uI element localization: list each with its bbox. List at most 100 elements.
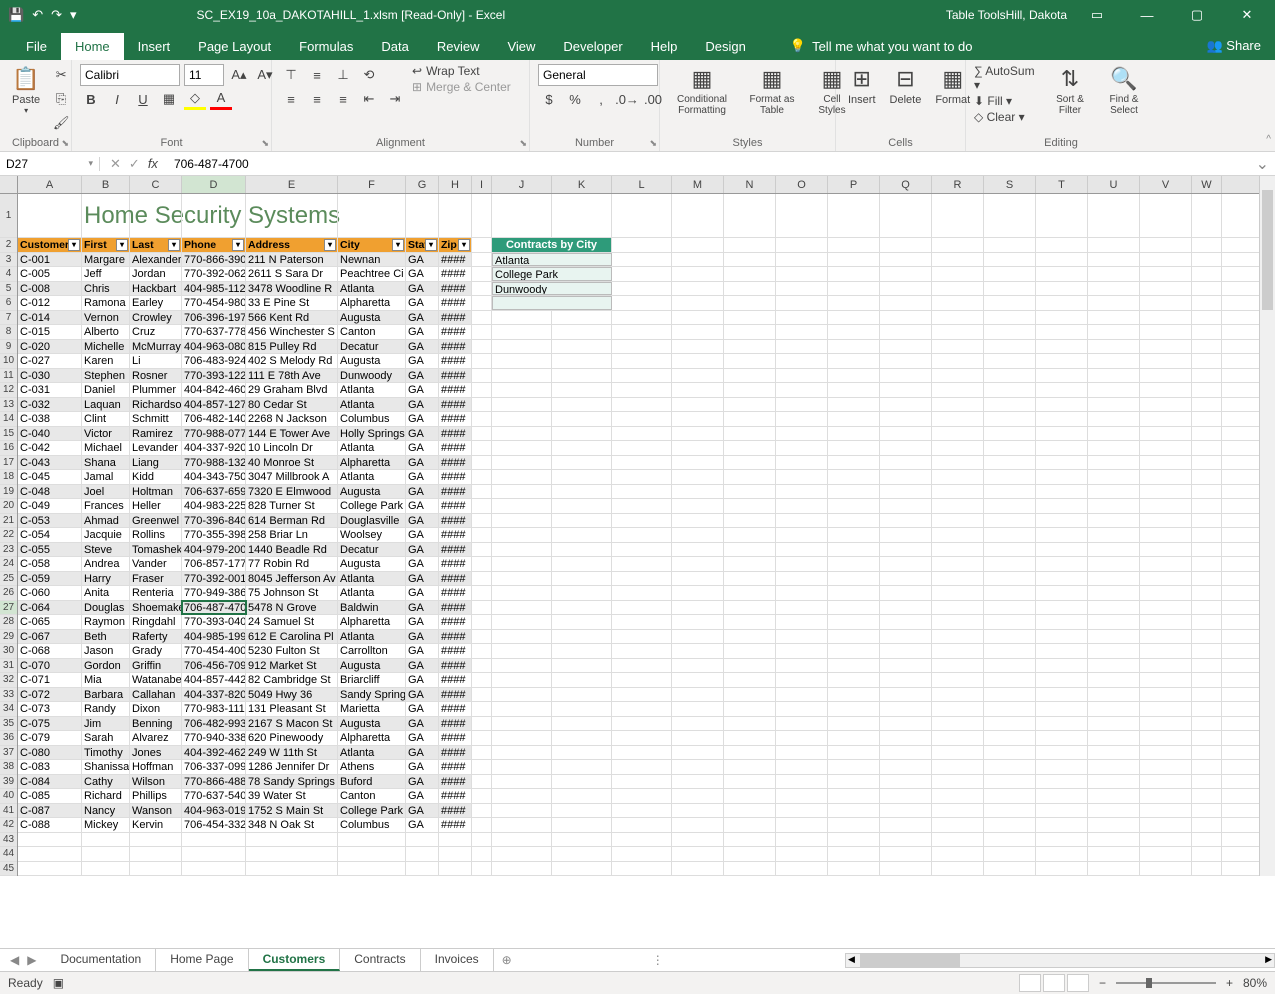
cell[interactable]: Benning: [130, 717, 182, 731]
cell[interactable]: [1192, 485, 1222, 499]
cell[interactable]: [492, 572, 552, 586]
cell[interactable]: [612, 702, 672, 716]
cell[interactable]: [552, 456, 612, 470]
font-size-input[interactable]: [184, 64, 224, 86]
cell[interactable]: 211 N Paterson: [246, 253, 338, 267]
cell[interactable]: [776, 659, 828, 673]
column-header[interactable]: U: [1088, 176, 1140, 193]
cell[interactable]: [439, 862, 472, 876]
cell[interactable]: [472, 325, 492, 339]
row-header[interactable]: 28: [0, 615, 17, 630]
cell[interactable]: ####: [439, 601, 472, 615]
cell[interactable]: [1088, 644, 1140, 658]
cell[interactable]: C-005: [18, 267, 82, 281]
cell[interactable]: C-014: [18, 311, 82, 325]
cell[interactable]: 404-337-8200: [182, 688, 246, 702]
enter-formula-icon[interactable]: ✓: [129, 156, 140, 172]
row-header[interactable]: 41: [0, 804, 17, 819]
cell[interactable]: [984, 572, 1036, 586]
sheet-tab-home-page[interactable]: Home Page: [156, 949, 248, 971]
cell[interactable]: Hoffman: [130, 760, 182, 774]
cell[interactable]: 706-454-3327: [182, 818, 246, 832]
autosum-button[interactable]: ∑ AutoSum ▾: [974, 64, 1040, 92]
cell[interactable]: [1088, 586, 1140, 600]
cell[interactable]: GA: [406, 804, 439, 818]
cell[interactable]: GA: [406, 383, 439, 397]
delete-button[interactable]: ⊟ Delete: [886, 64, 926, 108]
cell[interactable]: Augusta: [338, 557, 406, 571]
cell[interactable]: [776, 615, 828, 629]
cell[interactable]: [724, 644, 776, 658]
zoom-in-icon[interactable]: +: [1226, 976, 1233, 990]
row-header[interactable]: 21: [0, 514, 17, 529]
row-header[interactable]: 9: [0, 340, 17, 355]
cell[interactable]: [1036, 804, 1088, 818]
cell[interactable]: 5230 Fulton St: [246, 644, 338, 658]
cell[interactable]: [932, 804, 984, 818]
cell[interactable]: [472, 833, 492, 847]
cell[interactable]: [1140, 354, 1192, 368]
cell[interactable]: Augusta: [338, 311, 406, 325]
cell[interactable]: ####: [439, 340, 472, 354]
sheet-title[interactable]: Home Security Systems: [82, 194, 130, 237]
cell[interactable]: Victor: [82, 427, 130, 441]
cell[interactable]: [492, 499, 552, 513]
cell[interactable]: Atlanta: [338, 441, 406, 455]
cell[interactable]: Shanissa: [82, 760, 130, 774]
cell[interactable]: [1192, 267, 1222, 281]
cell[interactable]: [612, 412, 672, 426]
cell[interactable]: [1036, 760, 1088, 774]
row-header[interactable]: 16: [0, 441, 17, 456]
cell[interactable]: 770-637-7783: [182, 325, 246, 339]
cell[interactable]: [932, 514, 984, 528]
cell[interactable]: [1140, 862, 1192, 876]
cell[interactable]: ####: [439, 789, 472, 803]
cell[interactable]: [672, 688, 724, 702]
cell[interactable]: [612, 659, 672, 673]
cell[interactable]: [1088, 760, 1140, 774]
cell[interactable]: [932, 746, 984, 760]
cell[interactable]: [1036, 862, 1088, 876]
cell[interactable]: Jamal: [82, 470, 130, 484]
cell[interactable]: C-085: [18, 789, 82, 803]
cell[interactable]: [1140, 746, 1192, 760]
ribbon-tab-data[interactable]: Data: [367, 33, 422, 60]
cell[interactable]: [724, 514, 776, 528]
cell[interactable]: [932, 398, 984, 412]
cell[interactable]: [552, 194, 612, 237]
cell[interactable]: ####: [439, 441, 472, 455]
cell[interactable]: [880, 586, 932, 600]
cell[interactable]: [880, 847, 932, 861]
cell[interactable]: GA: [406, 615, 439, 629]
cell[interactable]: [1192, 470, 1222, 484]
cell[interactable]: C-049: [18, 499, 82, 513]
cell[interactable]: 620 Pinewoody: [246, 731, 338, 745]
borders-icon[interactable]: ▦: [158, 88, 180, 110]
cell[interactable]: [984, 485, 1036, 499]
fill-button[interactable]: ⬇ Fill ▾: [974, 94, 1040, 108]
cell[interactable]: [984, 833, 1036, 847]
paste-button[interactable]: 📋 Paste ▾: [8, 64, 44, 117]
cell[interactable]: [776, 760, 828, 774]
cell[interactable]: Mickey: [82, 818, 130, 832]
cell[interactable]: [612, 818, 672, 832]
cell[interactable]: [672, 601, 724, 615]
cell[interactable]: [1192, 644, 1222, 658]
cell[interactable]: [880, 282, 932, 296]
cell[interactable]: [880, 659, 932, 673]
fill-color-icon[interactable]: ◇: [184, 88, 206, 110]
cell[interactable]: Jordan: [130, 267, 182, 281]
cell[interactable]: GA: [406, 543, 439, 557]
cell[interactable]: [880, 630, 932, 644]
cell[interactable]: [1088, 702, 1140, 716]
save-icon[interactable]: 💾: [8, 7, 24, 23]
cell[interactable]: ####: [439, 659, 472, 673]
cell[interactable]: Atlanta: [338, 282, 406, 296]
cell[interactable]: 828 Turner St: [246, 499, 338, 513]
cell[interactable]: [1140, 296, 1192, 310]
cell[interactable]: [472, 296, 492, 310]
cell[interactable]: [1192, 688, 1222, 702]
cell[interactable]: Wilson: [130, 775, 182, 789]
cell[interactable]: [1088, 383, 1140, 397]
cell[interactable]: McMurray: [130, 340, 182, 354]
